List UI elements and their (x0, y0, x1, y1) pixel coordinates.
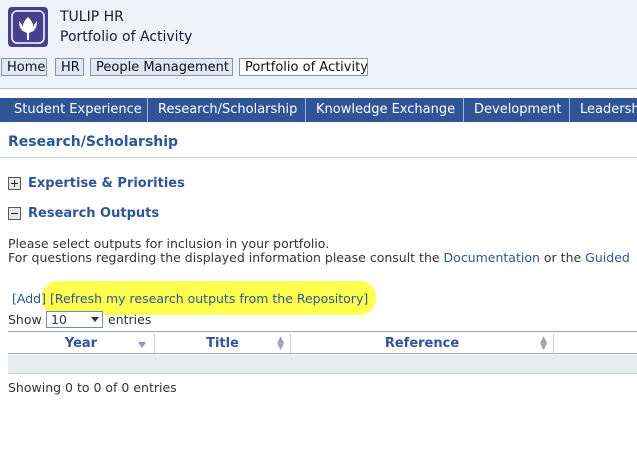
breadcrumb-people-management[interactable]: People Management (90, 58, 233, 76)
expertise-priorities-label[interactable]: Expertise & Priorities (28, 176, 185, 191)
section-title: Research/Scholarship (8, 134, 179, 150)
length-menu: Show 10 entries (8, 311, 151, 328)
sort-both-icon[interactable]: ▲ ▼ (540, 336, 547, 352)
documentation-link[interactable]: Documentation (444, 250, 540, 265)
table-empty-row (8, 355, 637, 374)
entries-select-value[interactable]: 10 (51, 312, 67, 327)
guided-link[interactable]: Guided (585, 250, 630, 265)
column-header-reference[interactable]: Reference ▲ ▼ (291, 334, 554, 354)
table-top-border (8, 331, 637, 332)
instructions-line-2-prefix: For questions regarding the displayed in… (8, 250, 440, 265)
app-subtitle: Portfolio of Activity (60, 29, 193, 45)
minus-icon[interactable] (8, 207, 21, 220)
breadcrumb-portfolio-of-activity[interactable]: Portfolio of Activity (239, 58, 368, 76)
instructions-line-1: Please select outputs for inclusion in y… (8, 236, 330, 251)
tab-bar: Student Experience Research/Scholarship … (0, 98, 637, 122)
tab-research-scholarship[interactable]: Research/Scholarship (148, 98, 306, 122)
column-header-title-label[interactable]: Title (206, 336, 239, 351)
table-info: Showing 0 to 0 of 0 entries (8, 380, 177, 395)
column-header-reference-label[interactable]: Reference (385, 336, 459, 351)
tab-knowledge-exchange[interactable]: Knowledge Exchange (306, 98, 464, 122)
entries-select[interactable]: 10 (46, 311, 103, 328)
research-outputs-label[interactable]: Research Outputs (28, 206, 159, 221)
tab-student-experience[interactable]: Student Experience (0, 98, 148, 122)
app-header: TULIP HR Portfolio of Activity Home HR P… (0, 0, 637, 88)
refresh-repository-link[interactable]: [Refresh my research outputs from the Re… (50, 291, 368, 306)
sort-both-icon[interactable]: ▲ ▼ (277, 336, 284, 352)
sort-descending-icon[interactable] (138, 342, 146, 348)
instructions-line-2-mid: or the (543, 250, 582, 265)
instructions-line-2: For questions regarding the displayed in… (8, 250, 630, 265)
tulip-icon (8, 7, 48, 47)
tab-leadership[interactable]: Leadership (570, 98, 637, 122)
tab-development[interactable]: Development (464, 98, 570, 122)
chevron-down-icon[interactable] (91, 317, 99, 322)
column-header-title[interactable]: Title ▲ ▼ (155, 334, 291, 354)
app-title: TULIP HR (60, 9, 124, 25)
show-label: Show (8, 312, 42, 327)
column-header-extra[interactable] (554, 334, 637, 354)
breadcrumb-hr[interactable]: HR (55, 58, 84, 76)
entries-label: entries (108, 312, 152, 327)
column-header-year-label[interactable]: Year (65, 336, 97, 351)
add-link[interactable]: [Add] (12, 291, 46, 306)
column-header-year[interactable]: Year (8, 334, 155, 354)
breadcrumb-home[interactable]: Home (1, 58, 47, 76)
plus-icon[interactable] (8, 177, 21, 190)
section-divider (0, 157, 637, 158)
action-links: [Add] [Refresh my research outputs from … (12, 291, 368, 306)
header-divider (0, 88, 637, 89)
